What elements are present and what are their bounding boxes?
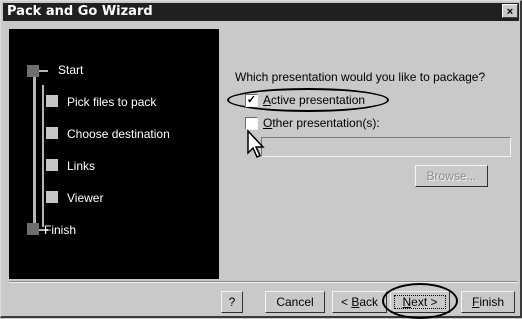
step-marker-start	[27, 65, 39, 77]
footer-separator	[9, 281, 517, 283]
cancel-button[interactable]: Cancel	[265, 291, 325, 313]
steps-tree-line	[33, 70, 36, 231]
step-marker-choose-destination	[46, 127, 58, 139]
title-bar[interactable]: Pack and Go Wizard ×	[3, 3, 519, 21]
step-label-choose-destination: Choose destination	[67, 127, 170, 141]
step-label-viewer: Viewer	[67, 191, 104, 205]
other-presentations-label[interactable]: Other presentation(s):	[263, 116, 380, 130]
finish-button[interactable]: Finish	[461, 291, 515, 313]
help-button[interactable]: ?	[221, 291, 243, 313]
pack-and-go-wizard-dialog: Pack and Go Wizard × Start Pick files to…	[0, 0, 522, 319]
highlight-ellipse-next-button	[382, 283, 458, 319]
window-title: Pack and Go Wizard	[7, 4, 153, 19]
browse-button[interactable]: Browse...	[415, 165, 488, 187]
close-icon: ×	[506, 6, 514, 18]
back-button[interactable]: < Back	[332, 291, 387, 313]
steps-tree-line-inner	[42, 85, 44, 227]
question-text: Which presentation would you like to pac…	[235, 70, 486, 84]
step-label-start: Start	[58, 63, 84, 77]
step-marker-pick-files	[46, 95, 58, 107]
step-label-finish: Finish	[44, 223, 77, 237]
close-button[interactable]: ×	[502, 4, 518, 18]
step-marker-finish	[27, 223, 39, 235]
step-label-links: Links	[67, 159, 96, 173]
other-presentations-path-field[interactable]	[261, 137, 511, 157]
wizard-steps-panel: Start Pick files to pack Choose destinat…	[9, 29, 219, 279]
active-presentation-checkbox[interactable]: ✓	[245, 94, 258, 107]
step-marker-viewer	[46, 191, 58, 203]
step-label-pick-files: Pick files to pack	[67, 95, 157, 109]
mouse-pointer-icon	[247, 129, 265, 159]
active-presentation-label[interactable]: Active presentation	[263, 93, 365, 107]
wizard-content-panel: Which presentation would you like to pac…	[221, 29, 517, 279]
checkmark-icon: ✓	[246, 94, 257, 106]
step-marker-links	[46, 159, 58, 171]
